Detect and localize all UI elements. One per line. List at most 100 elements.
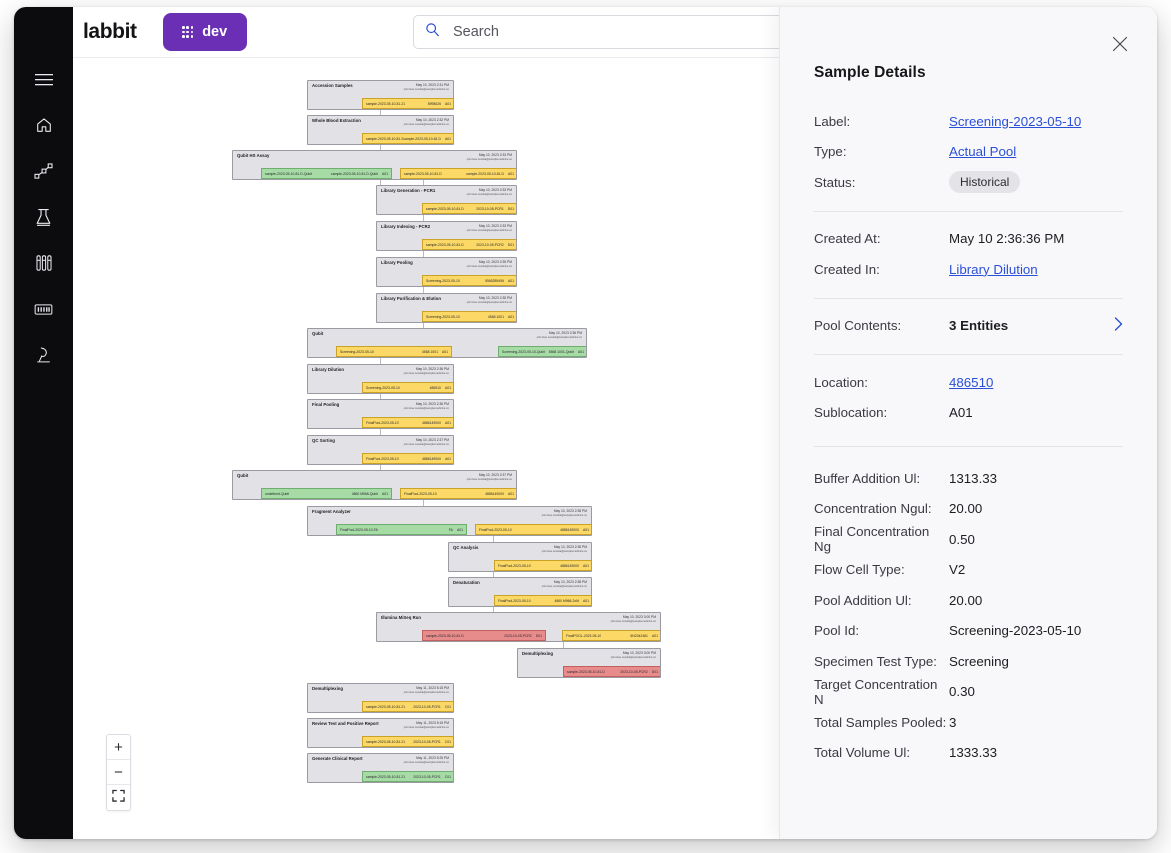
workflow-node[interactable]: Library Purification & ElutionMay 10, 20…	[376, 293, 517, 323]
sidebar-item-workflows[interactable]	[14, 150, 73, 192]
sidebar-item-instruments[interactable]	[14, 334, 73, 376]
workflow-entity-chip[interactable]: FinalPool-2023-05-10-FAFAA01	[336, 524, 467, 535]
workflow-node[interactable]: QC AnalysisMay 10, 2023 2:38 PMprimrose.…	[448, 542, 592, 572]
workflow-node[interactable]: Library PoolingMay 10, 2023 2:35 PMprimr…	[376, 257, 517, 287]
zoom-in-button[interactable]: +	[107, 735, 130, 760]
sidebar-item-plates[interactable]	[14, 288, 73, 330]
workflow-node-entities: sample-2023-05-10-81.212023-10-05-PCR1C0…	[308, 736, 453, 747]
workflow-entity-chip[interactable]: sample-2023-05-10-81.D2023-10-05-PCR1D01	[422, 203, 517, 214]
workflow-node-title: Accession Samples	[312, 83, 353, 89]
workflow-node[interactable]: Review Test and Positive ReportMay 11, 2…	[307, 718, 454, 748]
workflow-node[interactable]: DemultiplexingMay 10, 2023 3:00 PMprimro…	[517, 648, 661, 678]
workflow-node[interactable]: Illumina MiSeq RunMay 10, 2023 3:00 PMpr…	[376, 612, 661, 642]
workflow-node[interactable]: QubitMay 10, 2023 2:37 PMprimrose.ceceli…	[232, 470, 517, 500]
sidebar-item-menu-toggle[interactable]	[14, 59, 73, 101]
brand-logo[interactable]: labbit	[83, 20, 137, 44]
workflow-node-title: Library Purification & Elution	[381, 296, 441, 302]
workflow-node[interactable]: Qubit HS AssayMay 10, 2023 2:33 PMprimro…	[232, 150, 517, 180]
workflow-node[interactable]: Accession SamplesMay 10, 2023 2:31 PMpri…	[307, 80, 454, 110]
workflow-entity-chip[interactable]: sample-2023-05-10-81.212023-10-05-PCR1C0…	[362, 736, 454, 747]
hamburger-icon	[35, 73, 53, 87]
detail-label: Label:	[814, 114, 949, 129]
environment-switcher[interactable]: dev	[163, 13, 247, 51]
entity-meta-part: A01	[445, 137, 451, 141]
workflow-entity-chip[interactable]: FinalPool-2023-05-104886149000A01	[362, 453, 454, 464]
workflow-entity-chip[interactable]: FinalPool-2023-05-104886149000A01	[362, 417, 454, 428]
workflow-entity-chip[interactable]: sample-2023-05-10-81.Dsample-2023-05-10-…	[400, 168, 517, 179]
workflow-node[interactable]: Library Generation - PCR1May 10, 2023 2:…	[376, 185, 517, 215]
workflow-entity-chip[interactable]: sample-2023-05-10-81.21sample-2023-05-10…	[362, 133, 454, 144]
workflow-node[interactable]: Library DilutionMay 10, 2023 2:36 PMprim…	[307, 364, 454, 394]
workflow-entity-chip[interactable]: Screening-2023-05-10486510A01	[362, 382, 454, 393]
workflow-node-header: DemultiplexingMay 10, 2023 3:00 PMprimro…	[518, 649, 660, 666]
grid-dots-icon	[182, 26, 193, 37]
workflow-node[interactable]: Fragment AnalyzerMay 10, 2023 2:38 PMpri…	[307, 506, 592, 536]
workflow-entity-chip[interactable]: sample-2023-05-10-81.212023-10-05-PCR1C0…	[362, 771, 454, 782]
workflow-entity-chip[interactable]: undefined-Qubit4860 M966-QubitA01	[261, 488, 392, 499]
detail-link[interactable]: Library Dilution	[949, 262, 1038, 277]
workflow-entity-chip[interactable]: sample-2023-05-10-81.D2023-10-05-PCR2D01	[422, 630, 546, 641]
workflow-entity-chip[interactable]: sample-2023-05-10-81.D2023-10-05-PCR2D01	[422, 239, 517, 250]
detail-value[interactable]: Actual Pool	[949, 144, 1123, 159]
detail-label: Status:	[814, 175, 949, 190]
entity-meta: sample-2023-05-10-81.DA01	[466, 172, 514, 176]
entity-label: FinalPool-2023-05-10-FA	[340, 528, 378, 532]
workflow-entity-chip[interactable]: sample-2023-05-10-81.D2023-10-05-PCR2D01	[563, 666, 661, 677]
detail-link[interactable]: 486510	[949, 375, 993, 390]
entity-meta-part: A01	[578, 350, 584, 354]
entity-label: FinalPool-2023-05-10	[366, 421, 399, 425]
workflow-node[interactable]: DenaturationMay 10, 2023 2:38 PMprimrose…	[448, 577, 592, 607]
workflow-node-header: DenaturationMay 10, 2023 2:38 PMprimrose…	[449, 578, 591, 595]
entity-label: sample-2023-05-10-81.21	[366, 775, 405, 779]
detail-value[interactable]: Library Dilution	[949, 262, 1123, 277]
detail-label: Final Concentration Ng	[814, 524, 949, 554]
fit-view-button[interactable]	[107, 785, 130, 810]
entity-meta-part: 486510	[430, 386, 441, 390]
sidebar-item-home[interactable]	[14, 104, 73, 146]
workflow-node[interactable]: Whole Blood ExtractionMay 10, 2023 2:32 …	[307, 115, 454, 145]
entity-meta-part: 2023-10-05-PCR1	[413, 705, 441, 709]
workflow-entity-chip[interactable]: sample-2023-05-10-81.212023-10-05-PCR1C0…	[362, 701, 454, 712]
workflow-node-header: Review Test and Positive ReportMay 11, 2…	[308, 719, 453, 736]
detail-row: Total Samples Pooled:3	[814, 707, 1123, 738]
workflow-node-meta: May 10, 2023 2:32 PMprimrose.cecelia@sam…	[404, 118, 449, 127]
workflow-node-user: primrose.cecelia@samplemedicine.co	[404, 372, 449, 377]
entity-meta-part: A01	[445, 457, 451, 461]
sidebar-item-samples[interactable]	[14, 242, 73, 284]
workflow-node[interactable]: QC SortingMay 10, 2023 2:37 PMprimrose.c…	[307, 435, 454, 465]
workflow-node[interactable]: Final PoolingMay 10, 2023 2:36 PMprimros…	[307, 399, 454, 429]
workflow-entity-chip[interactable]: FinalPool-2023-05-104886149000A01	[400, 488, 517, 499]
detail-row: Label:Screening-2023-05-10	[814, 106, 1123, 137]
workflow-node[interactable]: QubitMay 10, 2023 2:36 PMprimrose.ceceli…	[307, 328, 587, 358]
chevron-right-icon[interactable]	[1106, 317, 1123, 335]
entity-meta-part: D01	[508, 207, 514, 211]
workflow-entity-chip[interactable]: Screening-2023-05-104568 1001A01	[422, 311, 517, 322]
workflow-entity-chip[interactable]: FinalPool-2023-05-104886149000A01	[475, 524, 592, 535]
sidebar-item-assays[interactable]	[14, 196, 73, 238]
entity-meta-part: A01	[457, 528, 463, 532]
zoom-out-button[interactable]: −	[107, 760, 130, 785]
workflow-node[interactable]: Library Indexing - PCR2May 10, 2023 2:33…	[376, 221, 517, 251]
workflow-entity-chip[interactable]: Screening-2023-05-10-Qubit5568 1001-Qubi…	[498, 346, 587, 357]
workflow-entity-chip[interactable]: FinalPOOL-2023-05-106N2342481A01	[562, 630, 661, 641]
workflow-entity-chip[interactable]: sample-2023-05-10-81.215995626A01	[362, 98, 454, 109]
pool-contents-group: Pool Contents:3 Entities	[814, 311, 1123, 342]
workflow-entity-chip[interactable]: sample-2023-05-10-81.D-Qubitsample-2023-…	[261, 168, 392, 179]
workflow-node[interactable]: DemultiplexingMay 11, 2023 5:15 PMprimro…	[307, 683, 454, 713]
detail-row[interactable]: Pool Contents:3 Entities	[814, 311, 1123, 342]
workflow-node-user: primrose.cecelia@samplemedicine.co	[611, 620, 656, 625]
detail-link[interactable]: Actual Pool	[949, 144, 1016, 159]
workflow-entity-chip[interactable]: Screening-2023-05-105965289496A01	[422, 275, 517, 286]
workflow-entity-chip[interactable]: Screening-2023-05-104568 1001A01	[336, 346, 452, 357]
workflow-entity-chip[interactable]: FinalPool-2023-05-104860 M966-2xMA01	[494, 595, 592, 606]
workflow-node[interactable]: Generate Clinical ReportMay 11, 2023 5:2…	[307, 753, 454, 783]
detail-link[interactable]: Screening-2023-05-10	[949, 114, 1081, 129]
close-icon[interactable]	[1110, 34, 1130, 54]
workflow-node-meta: May 10, 2023 2:33 PMprimrose.cecelia@sam…	[467, 224, 512, 233]
detail-value[interactable]: Screening-2023-05-10	[949, 114, 1123, 129]
entity-meta-part: D01	[508, 243, 514, 247]
detail-label: Pool Contents:	[814, 318, 949, 333]
detail-value[interactable]: 486510	[949, 375, 1123, 390]
entity-label: Screening-2023-05-10	[340, 350, 374, 354]
workflow-entity-chip[interactable]: FinalPool-2023-05-104886149000A01	[494, 560, 592, 571]
